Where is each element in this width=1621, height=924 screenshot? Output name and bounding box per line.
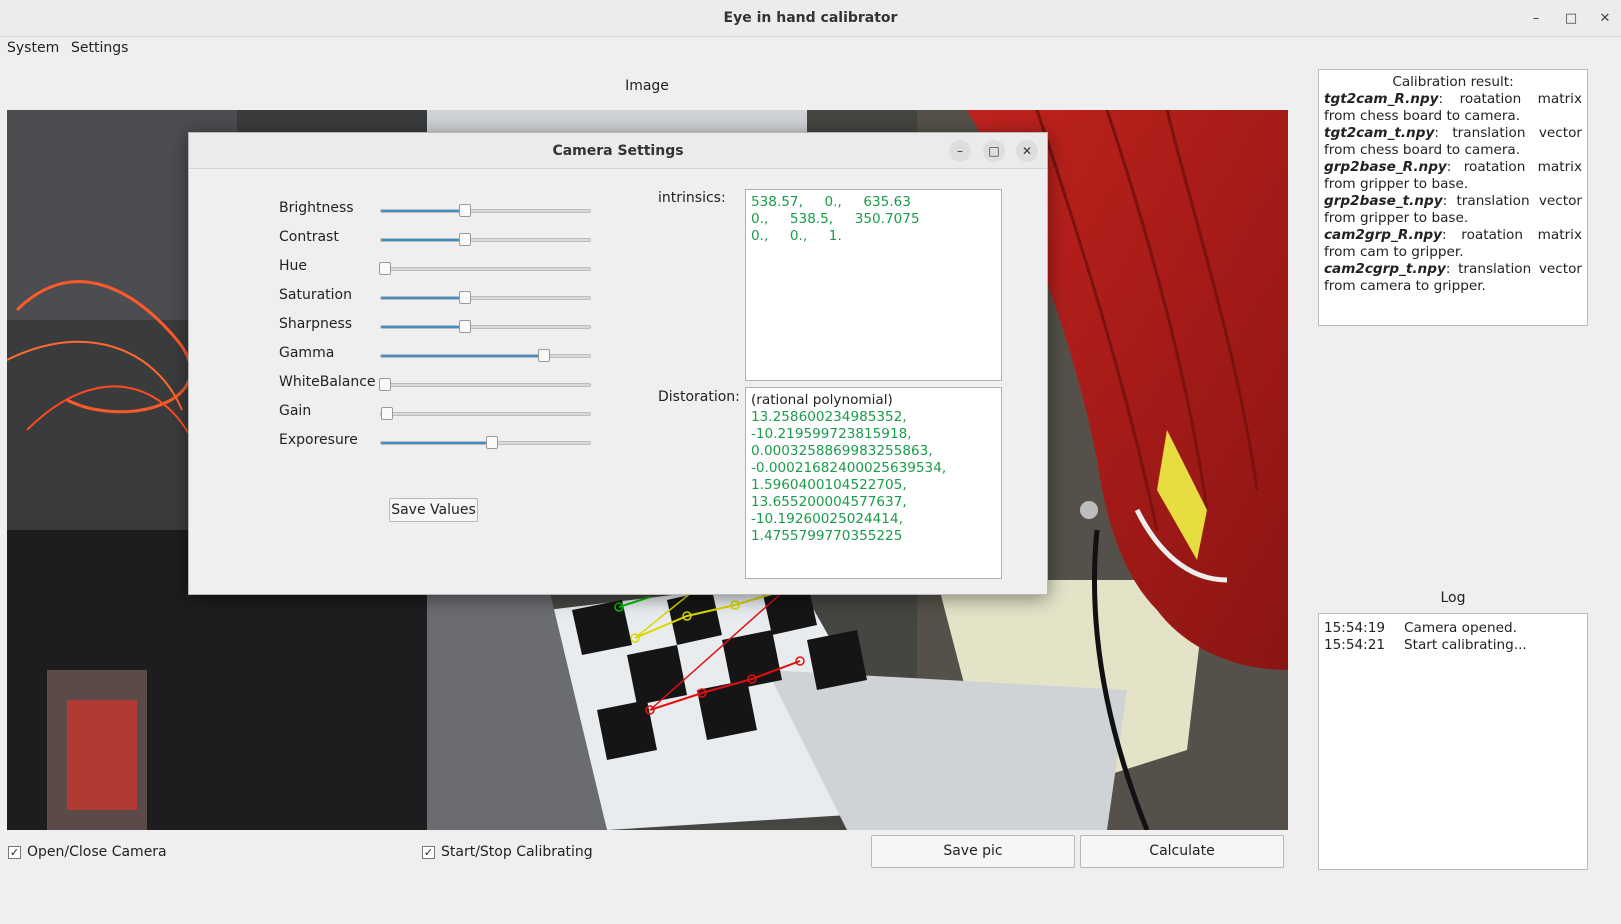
- slider-whitebalance[interactable]: [379, 378, 591, 391]
- menu-system[interactable]: System: [7, 38, 59, 58]
- slider-label-brightness: Brightness: [279, 200, 354, 216]
- slider-fill: [381, 355, 545, 357]
- log-message: Camera opened.: [1404, 620, 1517, 636]
- distortion-line: 13.655200004577637,: [751, 494, 907, 510]
- calibration-entry: grp2base_t.npy: translation vector from …: [1324, 193, 1582, 227]
- slider-gamma[interactable]: [380, 349, 591, 362]
- save-values-button[interactable]: Save Values: [389, 498, 478, 522]
- dialog-title: Camera Settings: [552, 143, 684, 159]
- start-stop-calibrating-checkbox[interactable]: ✓ Start/Stop Calibrating: [422, 842, 593, 862]
- slider-handle[interactable]: [379, 262, 392, 275]
- slider-fill: [381, 239, 465, 241]
- calibration-entry: tgt2cam_R.npy: roatation matrix from che…: [1324, 91, 1582, 125]
- slider-label-gain: Gain: [279, 403, 312, 419]
- slider-label-gamma: Gamma: [279, 345, 335, 361]
- calibration-entry: grp2base_R.npy: roatation matrix from gr…: [1324, 159, 1582, 193]
- calibration-file-name: grp2base_R.npy: [1324, 159, 1447, 175]
- slider-label-saturation: Saturation: [279, 287, 352, 303]
- slider-label-sharpness: Sharpness: [279, 316, 353, 332]
- slider-label-exporesure: Exporesure: [279, 432, 358, 448]
- slider-fill: [381, 442, 492, 444]
- slider-label-hue: Hue: [279, 258, 308, 274]
- slider-handle[interactable]: [458, 291, 471, 304]
- dialog-minimize-icon[interactable]: –: [949, 140, 971, 162]
- slider-hue[interactable]: [379, 262, 591, 275]
- open-close-camera-label: Open/Close Camera: [27, 844, 167, 860]
- calculate-button[interactable]: Calculate: [1080, 835, 1284, 868]
- check-icon[interactable]: ✓: [422, 845, 435, 859]
- close-icon[interactable]: ✕: [1592, 6, 1618, 32]
- calibration-file-name: tgt2cam_t.npy: [1324, 125, 1435, 141]
- calibration-result-panel: Calibration result: tgt2cam_R.npy: roata…: [1318, 69, 1588, 326]
- distortion-panel[interactable]: (rational polynomial) 13.258600234985352…: [745, 387, 1002, 579]
- intrinsics-line: 0., 538.5, 350.7075: [751, 211, 920, 227]
- slider-gain[interactable]: [380, 407, 591, 420]
- slider-handle[interactable]: [381, 407, 394, 420]
- maximize-icon[interactable]: □: [1558, 6, 1584, 32]
- slider-fill: [381, 210, 465, 212]
- distortion-line: -0.00021682400025639534,: [751, 460, 947, 476]
- slider-label-contrast: Contrast: [279, 229, 339, 245]
- slider-contrast[interactable]: [380, 233, 591, 246]
- distortion-line: 13.258600234985352,: [751, 409, 907, 425]
- camera-settings-dialog: Camera Settings – □ ✕ Save Values intrin…: [188, 132, 1048, 595]
- slider-handle[interactable]: [538, 349, 551, 362]
- log-panel[interactable]: 15:54:19 Camera opened. 15:54:21 Start c…: [1318, 613, 1588, 870]
- calibration-result-title: Calibration result:: [1392, 74, 1514, 90]
- calibration-file-name: grp2base_t.npy: [1324, 193, 1443, 209]
- distortion-line: 1.5960400104522705,: [751, 477, 907, 493]
- calibration-entry: cam2cgrp_t.npy: translation vector from …: [1324, 261, 1582, 295]
- image-section-label: Image: [625, 78, 669, 94]
- intrinsics-line: 0., 0., 1.: [751, 228, 842, 244]
- slider-handle[interactable]: [458, 233, 471, 246]
- distortion-header: (rational polynomial): [751, 392, 893, 408]
- slider-label-whitebalance: WhiteBalance: [279, 374, 376, 390]
- calibration-file-name: cam2grp_R.npy: [1324, 227, 1442, 243]
- distortion-label: Distoration:: [658, 389, 740, 405]
- log-entry: 15:54:19 Camera opened.: [1324, 620, 1582, 637]
- distortion-line: 0.0003258869983255863,: [751, 443, 933, 459]
- slider-exporesure[interactable]: [380, 436, 591, 449]
- window-title: Eye in hand calibrator: [723, 10, 898, 26]
- calibration-file-name: tgt2cam_R.npy: [1324, 91, 1439, 107]
- log-time: 15:54:19: [1324, 620, 1386, 636]
- log-entry: 15:54:21 Start calibrating...: [1324, 637, 1582, 654]
- slider-handle[interactable]: [485, 436, 498, 449]
- start-stop-calibrating-label: Start/Stop Calibrating: [441, 844, 593, 860]
- menu-bar: [0, 37, 1621, 59]
- distortion-line: 1.4755799770355225: [751, 528, 903, 544]
- log-label: Log: [1440, 590, 1466, 606]
- menu-settings[interactable]: Settings: [71, 38, 128, 58]
- calibration-entry: tgt2cam_t.npy: translation vector from c…: [1324, 125, 1582, 159]
- distortion-line: -10.219599723815918,: [751, 426, 912, 442]
- slider-handle[interactable]: [379, 378, 392, 391]
- open-close-camera-checkbox[interactable]: ✓ Open/Close Camera: [8, 842, 167, 862]
- slider-brightness[interactable]: [380, 204, 591, 217]
- save-pic-button[interactable]: Save pic: [871, 835, 1075, 868]
- intrinsics-label: intrinsics:: [658, 190, 726, 206]
- intrinsics-line: 538.57, 0., 635.63: [751, 194, 911, 210]
- check-icon[interactable]: ✓: [8, 845, 21, 859]
- slider-handle[interactable]: [458, 320, 471, 333]
- slider-sharpness[interactable]: [380, 320, 591, 333]
- dialog-close-icon[interactable]: ✕: [1016, 140, 1038, 162]
- calibration-entry: cam2grp_R.npy: roatation matrix from cam…: [1324, 227, 1582, 261]
- log-time: 15:54:21: [1324, 637, 1386, 653]
- slider-fill: [381, 297, 465, 299]
- slider-saturation[interactable]: [380, 291, 591, 304]
- dialog-maximize-icon[interactable]: □: [983, 140, 1005, 162]
- slider-handle[interactable]: [458, 204, 471, 217]
- minimize-icon[interactable]: –: [1523, 6, 1549, 32]
- calibration-file-name: cam2cgrp_t.npy: [1324, 261, 1446, 277]
- intrinsics-panel[interactable]: 538.57, 0., 635.63 0., 538.5, 350.7075 0…: [745, 189, 1002, 381]
- slider-fill: [381, 326, 465, 328]
- log-message: Start calibrating...: [1404, 637, 1527, 653]
- distortion-line: -10.19260025024414,: [751, 511, 903, 527]
